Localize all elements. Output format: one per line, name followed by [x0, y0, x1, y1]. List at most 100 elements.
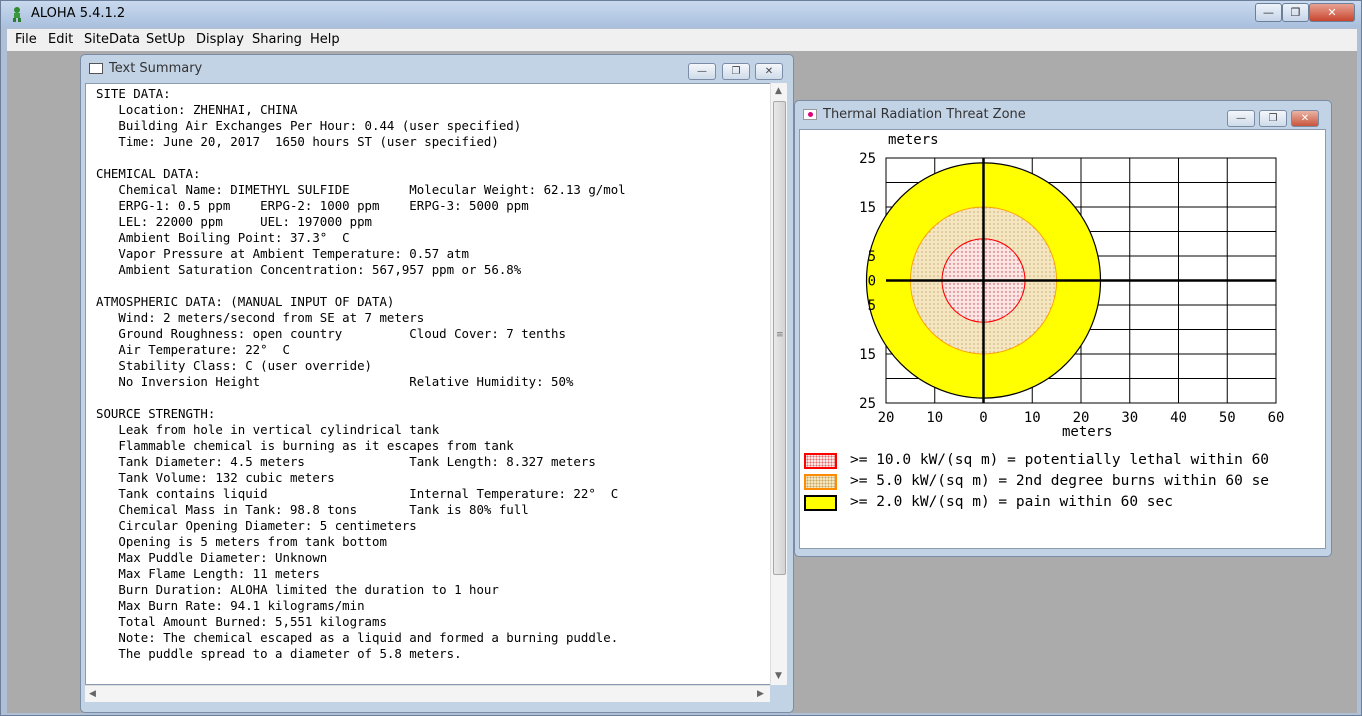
report-line: Tank contains liquid Internal Temperatur…	[96, 486, 619, 501]
legend-label-burns: >= 5.0 kW/(sq m) = 2nd degree burns with…	[850, 473, 1270, 489]
report-line: Max Puddle Diameter: Unknown	[96, 550, 328, 565]
report-line: Air Temperature: 22° C	[96, 342, 290, 357]
report-line: Ambient Boiling Point: 37.3° C	[96, 230, 350, 245]
report-line: Max Flame Length: 11 meters	[96, 566, 320, 581]
x-tick-label: 60	[1268, 410, 1285, 426]
x-tick-labels: 20 10 0 10 20 30 40 50 60	[878, 410, 1285, 426]
aloha-logo-icon	[13, 7, 21, 22]
report-line: ERPG-1: 0.5 ppm ERPG-2: 1000 ppm ERPG-3:…	[96, 198, 529, 213]
report-line: Chemical Mass in Tank: 98.8 tons Tank is…	[96, 502, 529, 517]
report-line: SOURCE STRENGTH:	[96, 406, 216, 421]
y-axis-label: meters	[888, 132, 939, 148]
text-summary-title: Text Summary	[109, 61, 203, 76]
report-line	[96, 278, 626, 294]
report-line: Stability Class: C (user override)	[96, 358, 373, 373]
report-line: No Inversion Height Relative Humidity: 5…	[96, 374, 574, 389]
report-line: Time: June 20, 2017 1650 hours ST (user …	[96, 134, 499, 149]
threat-zone-title: Thermal Radiation Threat Zone	[823, 107, 1026, 122]
report-line: The puddle spread to a diameter of 5.8 m…	[96, 646, 462, 661]
restore-icon[interactable]: ❐	[1282, 3, 1309, 22]
minimize-icon[interactable]: —	[1255, 3, 1282, 22]
report-line: Max Burn Rate: 94.1 kilograms/min	[96, 598, 365, 613]
scroll-thumb[interactable]: ≡	[773, 101, 786, 575]
y-tick-label: 15	[859, 200, 876, 216]
report-line: Leak from hole in vertical cylindrical t…	[96, 422, 440, 437]
text-summary-window: Text Summary — ❐ ✕ SITE DATA: Location: …	[80, 54, 794, 713]
scroll-up-icon[interactable]: ▲	[775, 86, 782, 96]
report-line: Location: ZHENHAI, CHINA	[96, 102, 298, 117]
report-line: SITE DATA:	[96, 86, 171, 101]
menu-sharing[interactable]: Sharing	[252, 32, 302, 47]
x-tick-label: 10	[926, 410, 943, 426]
menu-display[interactable]: Display	[196, 32, 244, 47]
report-line: ATMOSPHERIC DATA: (MANUAL INPUT OF DATA)	[96, 294, 395, 309]
x-tick-label: 20	[1073, 410, 1090, 426]
y-tick-label: 25	[859, 396, 876, 412]
menu-setup[interactable]: SetUp	[146, 32, 185, 47]
report-line: Chemical Name: DIMETHYL SULFIDE Molecula…	[96, 182, 626, 197]
x-tick-label: 10	[1024, 410, 1041, 426]
report-line: Building Air Exchanges Per Hour: 0.44 (u…	[96, 118, 522, 133]
scroll-left-icon[interactable]: ◀	[89, 689, 96, 699]
close-icon[interactable]: ✕	[755, 63, 783, 80]
report-line: Ambient Saturation Concentration: 567,95…	[96, 262, 522, 277]
report-line: Tank Volume: 132 cubic meters	[96, 470, 335, 485]
threat-zone-title-bar[interactable]: Thermal Radiation Threat Zone — ❐ ✕	[795, 101, 1331, 129]
scroll-right-icon[interactable]: ▶	[757, 689, 764, 699]
x-tick-label: 0	[979, 410, 987, 426]
x-tick-label: 40	[1170, 410, 1187, 426]
y-tick-label: 0	[868, 274, 876, 290]
text-doc-icon	[89, 63, 103, 74]
report-line: Flammable chemical is burning as it esca…	[96, 438, 514, 453]
y-tick-label: 5	[868, 298, 876, 314]
threat-zone-plot-area: meters meters 25 15 5 0 5 15 25 20 10 0 10 20 30 40 5…	[799, 129, 1326, 549]
minimize-icon[interactable]: —	[1227, 110, 1255, 127]
y-tick-label: 25	[859, 151, 876, 167]
y-tick-label: 5	[868, 249, 876, 265]
text-summary-title-bar[interactable]: Text Summary — ❐ ✕	[81, 55, 793, 83]
legend-label-pain: >= 2.0 kW/(sq m) = pain within 60 sec	[850, 494, 1174, 510]
report-line	[96, 390, 626, 406]
report-line: Tank Diameter: 4.5 meters Tank Length: 8…	[96, 454, 596, 469]
menu-sitedata[interactable]: SiteData	[84, 32, 140, 47]
report-line: Total Amount Burned: 5,551 kilograms	[96, 614, 387, 629]
report-line	[96, 150, 626, 166]
threat-zone-icon	[803, 109, 817, 120]
menu-help[interactable]: Help	[310, 32, 340, 47]
menu-edit[interactable]: Edit	[48, 32, 73, 47]
app-title: ALOHA 5.4.1.2	[31, 6, 126, 21]
scroll-down-icon[interactable]: ▼	[775, 671, 782, 681]
legend-swatch-lethal	[804, 453, 837, 469]
legend-label-lethal: >= 10.0 kW/(sq m) = potentially lethal w…	[850, 452, 1270, 468]
text-summary-content: SITE DATA: Location: ZHENHAI, CHINA Buil…	[85, 83, 773, 685]
restore-icon[interactable]: ❐	[722, 63, 750, 80]
report-line: Circular Opening Diameter: 5 centimeters	[96, 518, 417, 533]
x-tick-label: 30	[1121, 410, 1138, 426]
y-tick-label: 15	[859, 347, 876, 363]
report-line: Note: The chemical escaped as a liquid a…	[96, 630, 619, 645]
report-line: Wind: 2 meters/second from SE at 7 meter…	[96, 310, 425, 325]
report-text: SITE DATA: Location: ZHENHAI, CHINA Buil…	[96, 86, 626, 662]
y-tick-labels: 25 15 5 0 5 15 25	[859, 151, 876, 412]
x-axis-label: meters	[1062, 424, 1113, 440]
report-line: Opening is 5 meters from tank bottom	[96, 534, 387, 549]
restore-icon[interactable]: ❐	[1259, 110, 1287, 127]
horizontal-scrollbar[interactable]: ◀ ▶	[85, 685, 770, 702]
close-icon[interactable]: ✕	[1291, 110, 1319, 127]
menu-bar: File Edit SiteData SetUp Display Sharing…	[7, 29, 1357, 51]
threat-zone-window: Thermal Radiation Threat Zone — ❐ ✕ mete…	[794, 100, 1332, 557]
report-line: LEL: 22000 ppm UEL: 197000 ppm	[96, 214, 373, 229]
x-tick-label: 20	[878, 410, 895, 426]
report-line: Ground Roughness: open country Cloud Cov…	[96, 326, 566, 341]
close-icon[interactable]: ✕	[1309, 3, 1355, 22]
minimize-icon[interactable]: —	[688, 63, 716, 80]
vertical-scrollbar[interactable]: ▲ ≡ ▼	[770, 83, 787, 685]
aloha-main-window: ALOHA 5.4.1.2 — ❐ ✕ File Edit SiteData S…	[0, 0, 1362, 716]
menu-file[interactable]: File	[15, 32, 37, 47]
legend-swatch-burns	[804, 474, 837, 490]
report-line: CHEMICAL DATA:	[96, 166, 201, 181]
report-line: Vapor Pressure at Ambient Temperature: 0…	[96, 246, 469, 261]
report-line: Burn Duration: ALOHA limited the duratio…	[96, 582, 499, 597]
x-tick-label: 50	[1219, 410, 1236, 426]
legend-swatch-pain	[804, 495, 837, 511]
